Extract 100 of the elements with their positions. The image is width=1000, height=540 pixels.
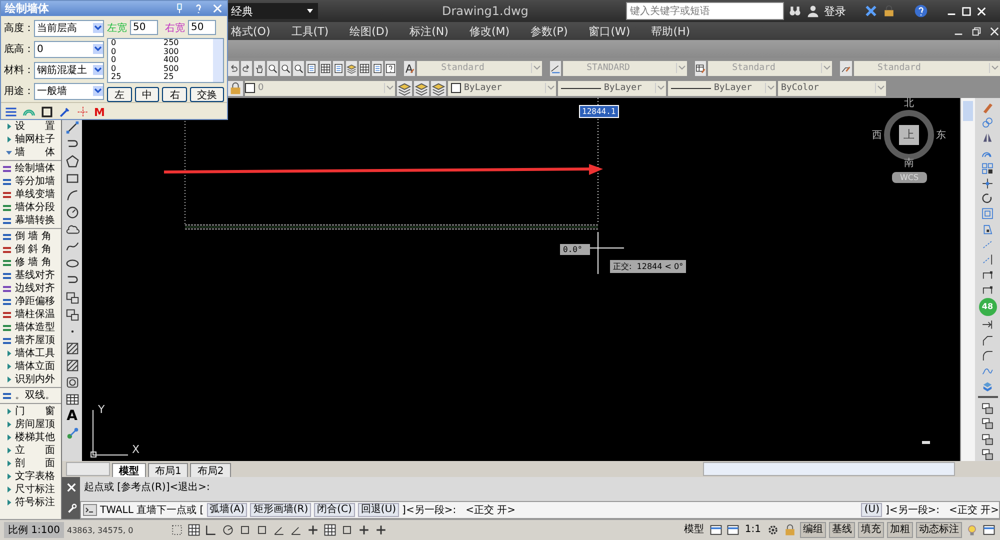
sheet-icon[interactable] — [332, 60, 344, 76]
menu-command[interactable]: 修 墙 角 — [0, 256, 61, 269]
scale-dropdown[interactable]: 比例 1:100 — [4, 522, 64, 538]
rectangle-icon[interactable] — [64, 171, 80, 186]
layers-icon[interactable] — [431, 80, 446, 96]
add-selected-icon[interactable] — [64, 426, 80, 441]
undo-icon[interactable] — [228, 60, 240, 76]
ortho-icon[interactable] — [204, 523, 218, 537]
menu-item[interactable]: 窗口(W) — [588, 24, 630, 38]
menu-section[interactable]: 尺寸标注 — [0, 483, 61, 496]
restore-icon[interactable] — [971, 26, 982, 36]
status-toggle[interactable]: 动态标注 — [916, 522, 962, 538]
property-dropdown[interactable]: ByLayer — [448, 80, 556, 96]
draw-order-icon[interactable] — [980, 448, 995, 461]
lock-icon[interactable] — [228, 80, 243, 96]
window-icon[interactable] — [982, 523, 996, 537]
plus-icon[interactable] — [374, 523, 388, 537]
menu-item[interactable]: 标注(N) — [410, 24, 448, 38]
sheet-icon[interactable] — [372, 60, 383, 76]
menu-command[interactable]: 倒 墙 角 — [0, 230, 61, 243]
menu-section[interactable]: 剖 面 — [0, 457, 61, 470]
menu-item[interactable]: 格式(O) — [231, 24, 270, 38]
exchange-icon[interactable] — [864, 4, 878, 18]
status-toggle[interactable]: 填充 — [858, 522, 884, 538]
grid-icon[interactable] — [320, 60, 331, 76]
menu-section[interactable]: 文字表格 — [0, 470, 61, 483]
plus-icon[interactable] — [306, 523, 320, 537]
menu-command[interactable]: 墙齐屋顶 — [0, 334, 61, 347]
login-link[interactable]: 登录 — [824, 4, 846, 18]
gear-icon[interactable] — [766, 523, 780, 537]
property-dropdown[interactable]: ByLayer — [668, 80, 776, 96]
menu-command[interactable]: 等分加墙 — [0, 175, 61, 188]
menu-command[interactable]: 基线对齐 — [0, 269, 61, 282]
zoom-icon[interactable] — [293, 60, 304, 76]
status-toggle[interactable]: 加粗 — [887, 522, 913, 538]
horizontal-scrollbar[interactable] — [702, 462, 955, 476]
workspace-dropdown[interactable]: 经典 — [228, 3, 318, 19]
model-button[interactable]: 模型 — [682, 523, 706, 537]
command-option[interactable]: (U) — [861, 503, 882, 517]
menu-command[interactable]: 倒 斜 角 — [0, 243, 61, 256]
window-icon[interactable] — [726, 523, 740, 537]
eyedropper-icon[interactable] — [58, 105, 72, 119]
hatch-icon[interactable] — [64, 341, 80, 356]
align-button[interactable]: 右 — [162, 87, 188, 102]
menu-section[interactable]: 房间屋顶 — [0, 418, 61, 431]
dimstyle-icon[interactable] — [550, 60, 561, 76]
menu-command[interactable]: 墙体分段 — [0, 201, 61, 214]
layers-icon[interactable] — [346, 60, 357, 76]
wrench-icon[interactable] — [66, 503, 76, 514]
vertical-scrollbar[interactable] — [960, 98, 975, 461]
align-button[interactable]: 左 — [107, 87, 132, 102]
menu-section[interactable]: 墙体立面 — [0, 360, 61, 373]
lock-icon[interactable] — [783, 523, 797, 537]
status-toggle[interactable]: 基线 — [829, 522, 855, 538]
lock-icon[interactable] — [882, 4, 896, 18]
menu-command[interactable]: 净距偏移 — [0, 295, 61, 308]
block-icon[interactable] — [64, 307, 80, 322]
redo-icon[interactable] — [241, 60, 252, 76]
tablestyle-icon[interactable] — [694, 60, 706, 76]
help-icon[interactable] — [914, 4, 928, 18]
command-option[interactable]: 回退(U) — [358, 503, 400, 517]
material-dropdown[interactable]: 钢筋混凝土 — [34, 62, 104, 78]
annotation-scale[interactable]: 1:1 — [742, 523, 763, 537]
zoom-icon[interactable] — [280, 60, 292, 76]
layout-tab[interactable]: 模型 — [112, 463, 146, 477]
snap-icon[interactable] — [170, 523, 184, 537]
osnap-icon[interactable] — [340, 523, 354, 537]
menu-item[interactable]: 修改(M) — [469, 24, 510, 38]
menu-section[interactable]: 墙体工具 — [0, 347, 61, 360]
arc-icon[interactable] — [64, 188, 80, 203]
block-icon[interactable] — [64, 290, 80, 305]
draw-order-icon[interactable] — [980, 402, 995, 416]
mode-glyph[interactable]: M — [94, 106, 105, 118]
menu-section[interactable]: 轴网柱子 — [0, 133, 61, 146]
right-width-field[interactable]: 50 — [188, 20, 216, 35]
grid-icon[interactable] — [187, 523, 201, 537]
align-button[interactable]: 中 — [134, 87, 160, 102]
menu-item[interactable]: 帮助(H) — [651, 24, 690, 38]
grid-icon[interactable] — [323, 523, 337, 537]
angle-input[interactable]: 0.0° — [560, 244, 590, 255]
osnap-icon[interactable] — [255, 523, 269, 537]
array-icon[interactable] — [980, 162, 995, 175]
left-width-field[interactable]: 50 — [130, 20, 158, 35]
close-icon[interactable] — [989, 26, 1000, 36]
command-option[interactable]: 闭合(C) — [314, 503, 355, 517]
menu-section[interactable]: 设 置 — [0, 120, 61, 133]
align-button[interactable]: 交换 — [190, 87, 224, 102]
menu-section[interactable]: 楼梯其他 — [0, 431, 61, 444]
sheet-icon[interactable] — [306, 60, 318, 76]
menu-section[interactable]: 墙 体 — [0, 146, 61, 159]
command-option[interactable]: 矩形画墙(R) — [250, 503, 312, 517]
menu-command[interactable]: 墙体造型 — [0, 321, 61, 334]
menu-command[interactable]: 边线对齐 — [0, 282, 61, 295]
layers-icon[interactable] — [414, 80, 429, 96]
list-scrollbar[interactable] — [213, 39, 223, 82]
rectangle-icon[interactable] — [40, 105, 54, 119]
menu-command[interactable]: 幕墙转换 — [0, 214, 61, 227]
region-icon[interactable] — [64, 375, 80, 390]
zoom-icon[interactable] — [267, 60, 278, 76]
layout-tab[interactable]: 布局1 — [148, 463, 188, 477]
